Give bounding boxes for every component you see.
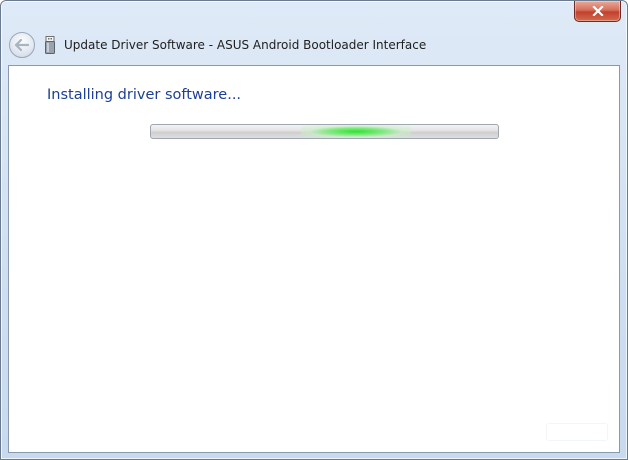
usb-device-icon bbox=[43, 35, 57, 55]
window-title: Update Driver Software - ASUS Android Bo… bbox=[64, 38, 427, 52]
back-button[interactable] bbox=[9, 32, 35, 58]
header-row: Update Driver Software - ASUS Android Bo… bbox=[9, 30, 609, 60]
progress-bar bbox=[150, 124, 499, 139]
close-icon bbox=[591, 6, 604, 16]
hidden-button bbox=[546, 423, 608, 441]
progress-indicator bbox=[301, 125, 411, 138]
back-arrow-icon bbox=[14, 36, 30, 55]
content-panel: Installing driver software... bbox=[8, 65, 620, 453]
page-heading: Installing driver software... bbox=[47, 87, 242, 103]
update-driver-window: Update Driver Software - ASUS Android Bo… bbox=[0, 0, 628, 460]
close-button[interactable] bbox=[574, 1, 621, 22]
